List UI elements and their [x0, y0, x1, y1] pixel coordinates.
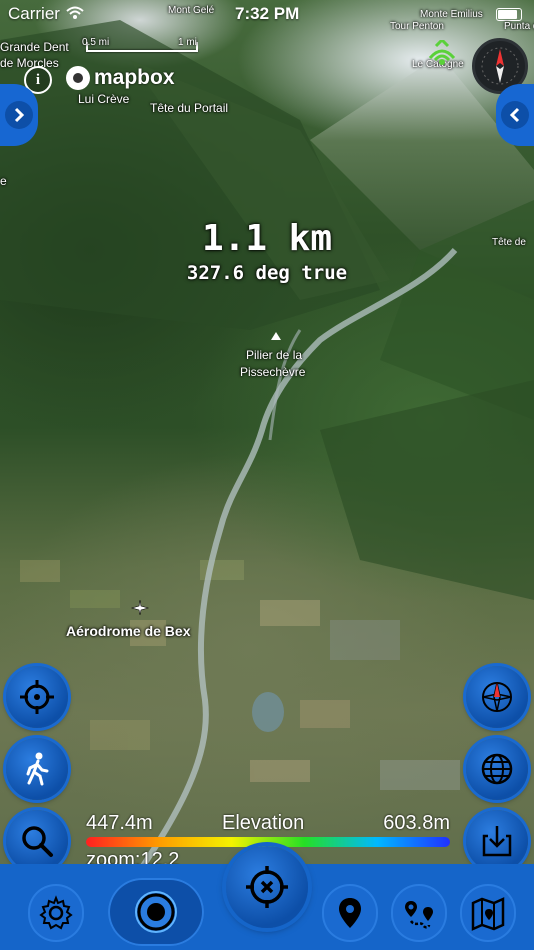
download-button[interactable] [466, 810, 528, 872]
pin-button[interactable] [322, 884, 378, 942]
compass-rose-button[interactable] [466, 666, 528, 728]
locate-button[interactable] [6, 666, 68, 728]
bearing-readout: 327.6 deg true [186, 262, 348, 284]
airport-icon [130, 599, 150, 616]
peak-marker-icon [271, 332, 281, 340]
left-panel-toggle[interactable] [0, 84, 38, 146]
compass-rose-icon [482, 682, 512, 712]
search-icon [22, 826, 53, 857]
scale-label: 1 mi [178, 37, 197, 48]
elevation-min: 447.4m [86, 812, 153, 834]
route-button[interactable] [391, 884, 447, 942]
folded-map-icon [471, 897, 505, 931]
mapbox-mark-icon [66, 66, 90, 90]
elevation-max: 603.8m [383, 812, 450, 834]
carrier-label: Carrier [8, 4, 60, 23]
airport-label: Aérodrome de Bex [66, 623, 191, 639]
peak-label: Tour Penton [390, 21, 444, 32]
terrain-map[interactable] [0, 0, 534, 950]
distance-readout: 1.1 km [201, 218, 333, 259]
info-icon: i [35, 71, 41, 88]
globe-button[interactable] [466, 738, 528, 800]
peak-label: Pissechèvre [240, 365, 306, 379]
crosshair-x-icon [246, 866, 288, 908]
scale-bar: 0.5 mi 1 mi [82, 37, 198, 54]
map-pin-icon [339, 898, 361, 928]
settings-button[interactable] [28, 884, 84, 942]
scale-label: 0.5 mi [82, 37, 110, 48]
crosshair-icon [20, 680, 54, 714]
peak-label: Tête du Portail [150, 101, 229, 115]
map-layers-button[interactable] [460, 884, 516, 942]
globe-icon [481, 753, 513, 785]
gear-icon [39, 895, 73, 930]
track-button[interactable] [108, 878, 204, 946]
walk-mode-button[interactable] [6, 738, 68, 800]
download-icon [482, 826, 512, 857]
mapbox-logo: mapbox [66, 66, 175, 90]
target-icon [135, 891, 177, 933]
peak-label: Grande Dent [0, 40, 69, 54]
peak-label: Pilier de la [246, 348, 303, 362]
peak-label: Lui Crève [78, 92, 130, 106]
wifi-icon [66, 6, 84, 19]
peak-label: Mont Gelé [168, 5, 215, 16]
right-panel-toggle[interactable] [496, 84, 534, 146]
route-icon [405, 901, 433, 929]
center-button[interactable] [226, 846, 308, 928]
walking-person-icon [26, 752, 49, 786]
clock: 7:32 PM [235, 4, 300, 23]
peak-label: Punta della [504, 21, 534, 32]
search-button[interactable] [6, 810, 68, 872]
chevron-right-icon [14, 107, 25, 123]
peak-label: e [0, 174, 7, 188]
elevation-title: Elevation [222, 812, 305, 834]
chevron-left-icon [509, 107, 520, 123]
signal-icon [428, 40, 456, 65]
